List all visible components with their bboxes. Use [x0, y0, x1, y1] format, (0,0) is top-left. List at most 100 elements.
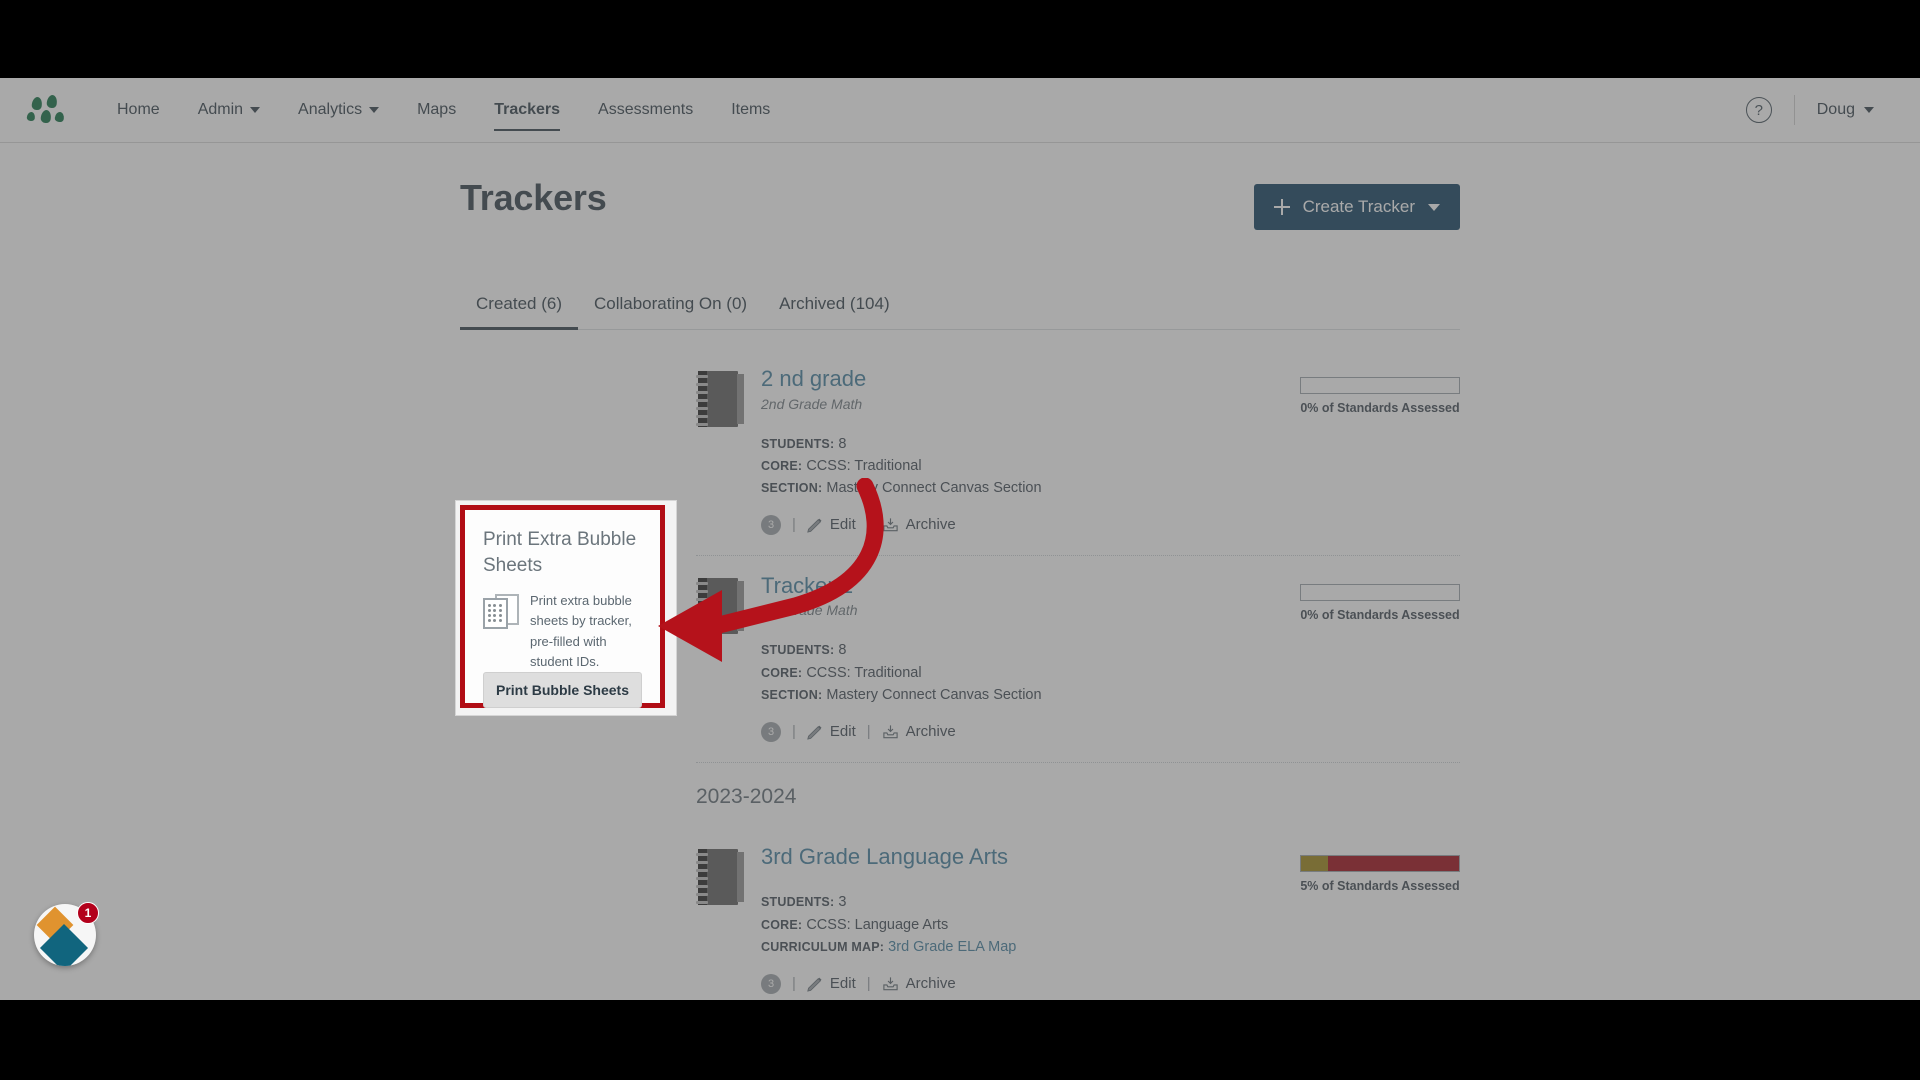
- standards-progress-bar: [1300, 583, 1460, 601]
- help-glyph: ?: [1754, 101, 1763, 119]
- tracker-book-icon: [696, 371, 744, 427]
- action-divider: |: [866, 723, 871, 741]
- year-group-heading: 2023-2024: [696, 784, 797, 808]
- meta-value: 3: [838, 894, 847, 911]
- mastery-connect-logo-icon[interactable]: [26, 93, 68, 127]
- edit-action[interactable]: Edit: [807, 723, 856, 740]
- create-tracker-label: Create Tracker: [1302, 197, 1415, 216]
- curriculum-map-link[interactable]: 3rd Grade ELA Map: [888, 939, 1016, 955]
- chat-unread-badge: 1: [77, 902, 99, 924]
- meta-row-core: CORE: CCSS: Traditional: [761, 664, 922, 681]
- tracker-row: 2 nd grade 2nd Grade Math STUDENTS: 8 CO…: [696, 357, 1460, 556]
- progress-segment: [1327, 855, 1459, 871]
- tab-bar: Created (6) Collaborating On (0) Archive…: [460, 282, 1460, 330]
- tracker-actions: 3 | Edit | Archive: [761, 514, 1300, 535]
- screenshot-stage: Home Admin Analytics Maps Trackers Asses…: [0, 0, 1920, 1080]
- tracker-book-icon: [696, 577, 744, 634]
- meta-row-students: STUDENTS: 8: [761, 642, 847, 659]
- nav-item-analytics[interactable]: Analytics: [279, 80, 398, 140]
- nav-items: Home Admin Analytics Maps Trackers Asses…: [98, 80, 789, 140]
- meta-value: CCSS: Language Arts: [806, 916, 949, 933]
- print-bubble-sheets-highlight: Print Extra Bubble Sheets Print extra bu…: [460, 505, 665, 708]
- progress-area: 0% of Standards Assessed: [1300, 365, 1460, 415]
- progress-segment: [1301, 855, 1328, 871]
- archive-action[interactable]: Archive: [882, 723, 956, 740]
- tab-archived[interactable]: Archived (104): [763, 282, 906, 329]
- tracker-subtitle: 2nd Grade Math: [761, 395, 863, 412]
- tracker-actions: 3 | Edit | Archive: [761, 721, 1300, 742]
- meta-value: 8: [838, 435, 847, 452]
- edit-action[interactable]: Edit: [807, 516, 856, 533]
- create-tracker-button[interactable]: Create Tracker: [1253, 184, 1460, 230]
- meta-row-students: STUDENTS: 8: [761, 435, 847, 452]
- tracker-actions: 3 | Edit | Archive: [761, 973, 1300, 994]
- popover-description: Print extra bubble sheets by tracker, pr…: [530, 593, 632, 669]
- meta-value: Mastery Connect Canvas Section: [826, 687, 1042, 704]
- nav-item-items[interactable]: Items: [712, 80, 789, 140]
- top-navigation-bar: Home Admin Analytics Maps Trackers Asses…: [0, 78, 1920, 143]
- nav-item-label: Assessments: [598, 101, 694, 118]
- print-bubble-sheets-card: Print Extra Bubble Sheets Print extra bu…: [465, 510, 660, 708]
- collaborator-count-badge[interactable]: 3: [761, 973, 781, 994]
- nav-item-home[interactable]: Home: [98, 80, 179, 140]
- archive-action[interactable]: Archive: [882, 975, 956, 992]
- nav-item-trackers[interactable]: Trackers: [475, 80, 579, 140]
- tracker-row: Tracker 1 1st Grade Math STUDENTS: 8 COR…: [696, 556, 1460, 763]
- nav-item-label: Items: [731, 101, 771, 118]
- nav-item-admin[interactable]: Admin: [179, 80, 279, 140]
- tracker-title-link[interactable]: 3rd Grade Language Arts: [761, 843, 1300, 871]
- chevron-down-icon: [1864, 107, 1874, 113]
- meta-row-core: CORE: CCSS: Traditional: [761, 457, 922, 474]
- pencil-icon: [807, 725, 822, 740]
- progress-area: 5% of Standards Assessed: [1300, 843, 1460, 893]
- pencil-icon: [807, 977, 822, 992]
- archive-icon: [882, 725, 898, 739]
- nav-item-label: Trackers: [494, 101, 561, 118]
- tracker-subtitle: 1st Grade Math: [761, 602, 858, 619]
- plus-icon: [1273, 199, 1290, 215]
- user-menu[interactable]: Doug: [1817, 101, 1894, 119]
- nav-item-assessments[interactable]: Assessments: [579, 80, 712, 140]
- meta-label: SECTION: [761, 481, 818, 496]
- tab-collaborating-on[interactable]: Collaborating On (0): [578, 282, 763, 329]
- collaborator-count-badge[interactable]: 3: [761, 514, 781, 535]
- nav-item-maps[interactable]: Maps: [398, 80, 475, 140]
- meta-label: STUDENTS: [761, 643, 830, 658]
- archive-label: Archive: [905, 723, 956, 741]
- meta-value: CCSS: Traditional: [806, 457, 922, 474]
- tab-label: Collaborating On (0): [593, 294, 748, 313]
- edit-action[interactable]: Edit: [807, 975, 856, 992]
- archive-icon: [882, 977, 898, 990]
- user-menu-label: Doug: [1816, 101, 1855, 118]
- tracker-main: Tracker 1 1st Grade Math STUDENTS: 8 COR…: [744, 572, 1300, 742]
- meta-value: 8: [838, 642, 847, 659]
- action-divider: |: [792, 723, 796, 741]
- meta-label: STUDENTS: [761, 895, 830, 910]
- archive-action[interactable]: Archive: [882, 516, 956, 533]
- meta-label: CURRICULUM MAP: [761, 940, 880, 955]
- meta-label: SECTION: [761, 688, 818, 703]
- popover-body: Print extra bubble sheets by tracker, pr…: [483, 591, 642, 672]
- chevron-down-icon: [369, 107, 380, 113]
- print-bubble-sheets-button[interactable]: Print Bubble Sheets: [483, 671, 642, 708]
- meta-row-section: SECTION: Mastery Connect Canvas Section: [761, 480, 1042, 497]
- meta-row-core: CORE: CCSS: Language Arts: [761, 916, 949, 933]
- tab-created[interactable]: Created (6): [460, 282, 578, 330]
- help-icon[interactable]: ?: [1745, 97, 1772, 123]
- tab-label: Archived (104): [779, 294, 890, 313]
- nav-right-cluster: ? Doug: [1745, 95, 1894, 125]
- collaborator-count-badge[interactable]: 3: [761, 721, 781, 742]
- chat-widget[interactable]: 1: [34, 902, 99, 966]
- progress-label: 0% of Standards Assessed: [1300, 607, 1460, 622]
- edit-label: Edit: [829, 516, 856, 534]
- meta-value: CCSS: Traditional: [806, 664, 922, 681]
- progress-area: 0% of Standards Assessed: [1300, 572, 1460, 622]
- tracker-title-link[interactable]: Tracker 1: [761, 572, 1300, 600]
- pencil-icon: [807, 518, 822, 533]
- tracker-title-link[interactable]: 2 nd grade: [761, 365, 1300, 393]
- page-header: Trackers Create Tracker: [460, 177, 1460, 230]
- tracker-meta: STUDENTS: 3 CORE: CCSS: Language Arts CU…: [761, 891, 1300, 958]
- meta-row-section: SECTION: Mastery Connect Canvas Section: [761, 687, 1042, 704]
- action-divider: |: [866, 975, 871, 993]
- action-divider: |: [866, 516, 871, 534]
